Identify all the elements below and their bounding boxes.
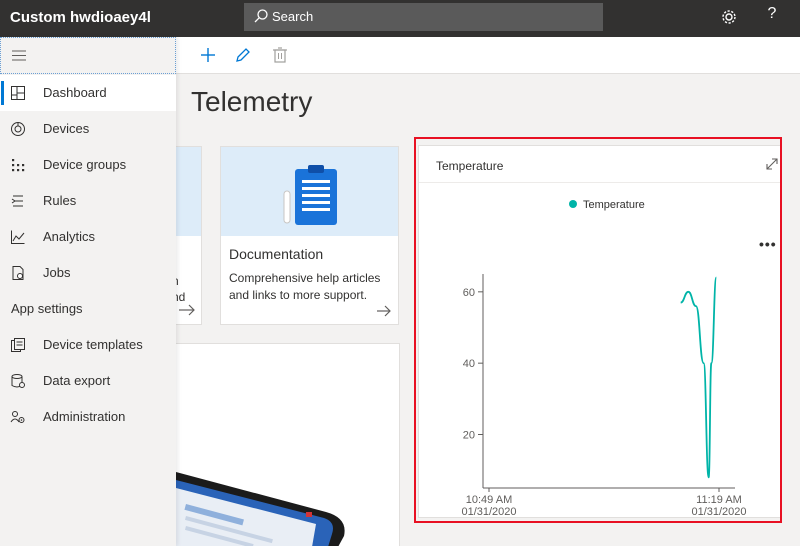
legend-label: Temperature [583, 199, 645, 211]
search-box[interactable]: Search [244, 3, 603, 31]
sidebar-item-label: Device templates [43, 337, 143, 352]
plus-icon[interactable] [198, 45, 218, 65]
temperature-chart-tile[interactable]: Temperature Temperature ••• 20 40 60 10:49 … [418, 145, 781, 518]
tablet-illustration [176, 472, 345, 546]
chart-legend: Temperature [569, 199, 645, 211]
legend-dot-icon [569, 200, 577, 208]
page-title: Telemetry [191, 86, 313, 117]
sidebar-item-device-templates[interactable]: Device templates [0, 327, 176, 363]
administration-icon [10, 411, 25, 423]
sidebar-item-label: Devices [43, 121, 90, 136]
sidebar-item-device-groups[interactable]: Device groups [0, 147, 176, 183]
trash-icon[interactable] [270, 45, 290, 65]
device-groups-icon [12, 159, 25, 172]
partial-tile-text-1: n [176, 273, 179, 289]
gear-icon[interactable] [719, 7, 739, 27]
documentation-description: Comprehensive help articles and links to… [229, 271, 381, 302]
chart-header: Temperature [419, 146, 780, 183]
x-tick-label-time: 11:19 AM [696, 494, 742, 506]
x-tick-label-time: 10:49 AM [466, 494, 512, 506]
jobs-icon [12, 266, 24, 280]
tile-band [221, 147, 398, 236]
sidebar-item-label: Rules [43, 193, 77, 208]
partial-tile-text-2: nd [176, 290, 186, 304]
sidebar-item-rules[interactable]: Rules [0, 183, 176, 219]
device-image-tile [176, 343, 400, 546]
app-title[interactable]: Custom hwdioaey4l [10, 9, 151, 26]
search-icon [254, 9, 268, 23]
search-placeholder: Search [272, 9, 314, 24]
sidebar: Dashboard Devices Device groups Rules An… [0, 37, 176, 546]
devices-icon [11, 122, 25, 136]
clipboard-icon [283, 165, 337, 225]
more-options-icon[interactable]: ••• [759, 236, 777, 252]
sidebar-item-label: Jobs [43, 265, 71, 280]
top-bar: Custom hwdioaey4l Search ? [0, 0, 800, 37]
sidebar-item-dashboard[interactable]: Dashboard [0, 75, 176, 111]
sidebar-item-data-export[interactable]: Data export [0, 363, 176, 399]
app-settings-header: App settings [11, 301, 83, 316]
chart-title: Temperature [436, 159, 504, 173]
sidebar-item-analytics[interactable]: Analytics [0, 219, 176, 255]
sidebar-item-devices[interactable]: Devices [0, 111, 176, 147]
expand-icon[interactable] [765, 157, 779, 171]
help-icon[interactable]: ? [762, 5, 782, 23]
y-tick-label: 60 [463, 287, 475, 299]
sidebar-item-jobs[interactable]: Jobs [0, 255, 176, 291]
hamburger-icon [12, 50, 26, 61]
arrow-right-icon[interactable] [376, 305, 392, 317]
documentation-title: Documentation [229, 246, 324, 262]
menu-toggle[interactable] [0, 37, 176, 74]
y-tick-label: 20 [463, 430, 475, 442]
sidebar-item-label: Analytics [43, 229, 96, 244]
data-export-icon [11, 374, 25, 388]
partial-tile[interactable]: n nd [176, 146, 202, 325]
x-tick-label-date: 01/31/2020 [691, 506, 746, 516]
arrow-right-icon[interactable] [178, 304, 196, 316]
sidebar-item-administration[interactable]: Administration [0, 399, 176, 435]
sidebar-item-label: Device groups [43, 157, 127, 172]
y-tick-label: 40 [463, 358, 475, 370]
tile-band [176, 147, 201, 236]
pencil-icon[interactable] [233, 45, 253, 65]
documentation-tile[interactable]: Documentation Comprehensive help article… [220, 146, 399, 325]
x-tick-label-date: 01/31/2020 [461, 506, 516, 516]
series-line-temperature [680, 276, 718, 479]
analytics-icon [11, 230, 25, 244]
toolbar [176, 37, 800, 74]
temperature-chart: 20406010:49 AM01/31/202011:19 AM01/31/20… [461, 274, 747, 516]
active-indicator [1, 81, 4, 105]
rules-icon [11, 195, 23, 207]
sidebar-item-label: Data export [43, 373, 111, 388]
sidebar-item-label: Administration [43, 409, 126, 424]
sidebar-item-label: Dashboard [43, 85, 107, 100]
dashboard-icon [11, 86, 25, 100]
device-templates-icon [11, 338, 25, 352]
